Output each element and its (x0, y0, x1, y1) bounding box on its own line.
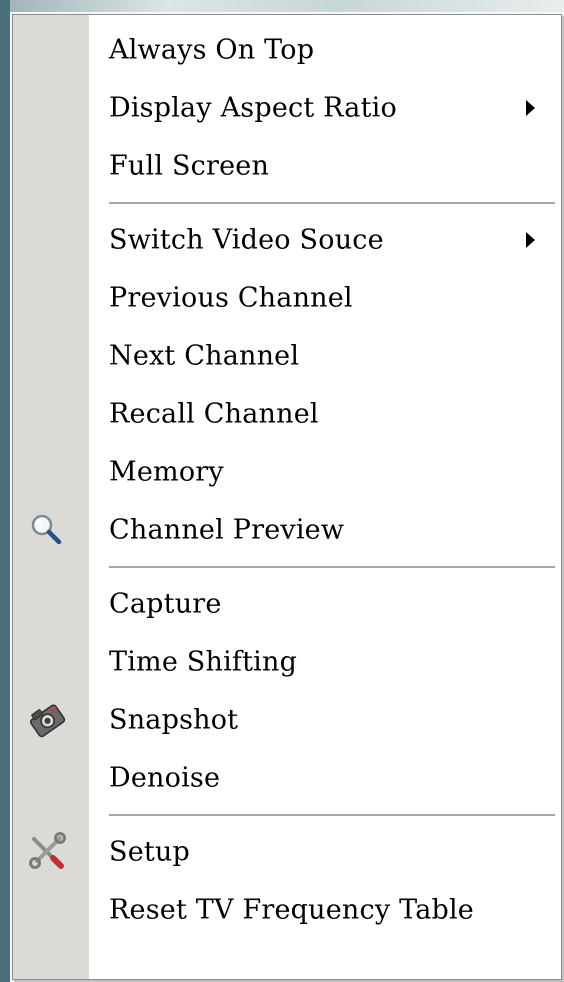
menu-items: Always On Top Display Aspect Ratio Full … (13, 21, 561, 939)
menu-item-snapshot[interactable]: Snapshot (13, 691, 561, 749)
menu-item-label: Switch Video Souce (109, 224, 384, 256)
menu-item-label: Time Shifting (109, 646, 298, 678)
menu-item-label: Denoise (109, 762, 221, 794)
submenu-arrow-icon (526, 232, 535, 248)
menu-item-full-screen[interactable]: Full Screen (13, 137, 561, 195)
magnifier-icon (25, 508, 69, 552)
menu-item-label: Full Screen (109, 150, 270, 182)
backdrop-left-strip (0, 0, 10, 982)
menu-item-label: Display Aspect Ratio (109, 92, 397, 124)
menu-item-label: Capture (109, 588, 222, 620)
menu-item-next-channel[interactable]: Next Channel (13, 327, 561, 385)
menu-item-switch-video-source[interactable]: Switch Video Souce (13, 211, 561, 269)
menu-item-label: Always On Top (109, 34, 315, 66)
tools-icon (25, 830, 69, 874)
menu-item-display-aspect-ratio[interactable]: Display Aspect Ratio (13, 79, 561, 137)
menu-item-capture[interactable]: Capture (13, 575, 561, 633)
menu-item-always-on-top[interactable]: Always On Top (13, 21, 561, 79)
menu-item-label: Channel Preview (109, 514, 345, 546)
submenu-arrow-icon (526, 100, 535, 116)
menu-item-label: Recall Channel (109, 398, 319, 430)
menu-item-label: Setup (109, 836, 190, 868)
menu-separator (13, 195, 561, 211)
menu-separator (13, 559, 561, 575)
menu-item-channel-preview[interactable]: Channel Preview (13, 501, 561, 559)
menu-item-label: Reset TV Frequency Table (109, 894, 474, 926)
menu-separator (13, 807, 561, 823)
menu-item-label: Memory (109, 456, 224, 488)
menu-item-label: Previous Channel (109, 282, 353, 314)
camera-icon (25, 698, 69, 742)
context-menu: Always On Top Display Aspect Ratio Full … (12, 14, 562, 980)
menu-item-reset-tv-frequency-table[interactable]: Reset TV Frequency Table (13, 881, 561, 939)
menu-item-time-shifting[interactable]: Time Shifting (13, 633, 561, 691)
menu-item-label: Snapshot (109, 704, 239, 736)
menu-item-label: Next Channel (109, 340, 300, 372)
menu-item-previous-channel[interactable]: Previous Channel (13, 269, 561, 327)
menu-item-memory[interactable]: Memory (13, 443, 561, 501)
menu-item-setup[interactable]: Setup (13, 823, 561, 881)
menu-item-denoise[interactable]: Denoise (13, 749, 561, 807)
menu-item-recall-channel[interactable]: Recall Channel (13, 385, 561, 443)
backdrop-top-strip (0, 0, 564, 12)
